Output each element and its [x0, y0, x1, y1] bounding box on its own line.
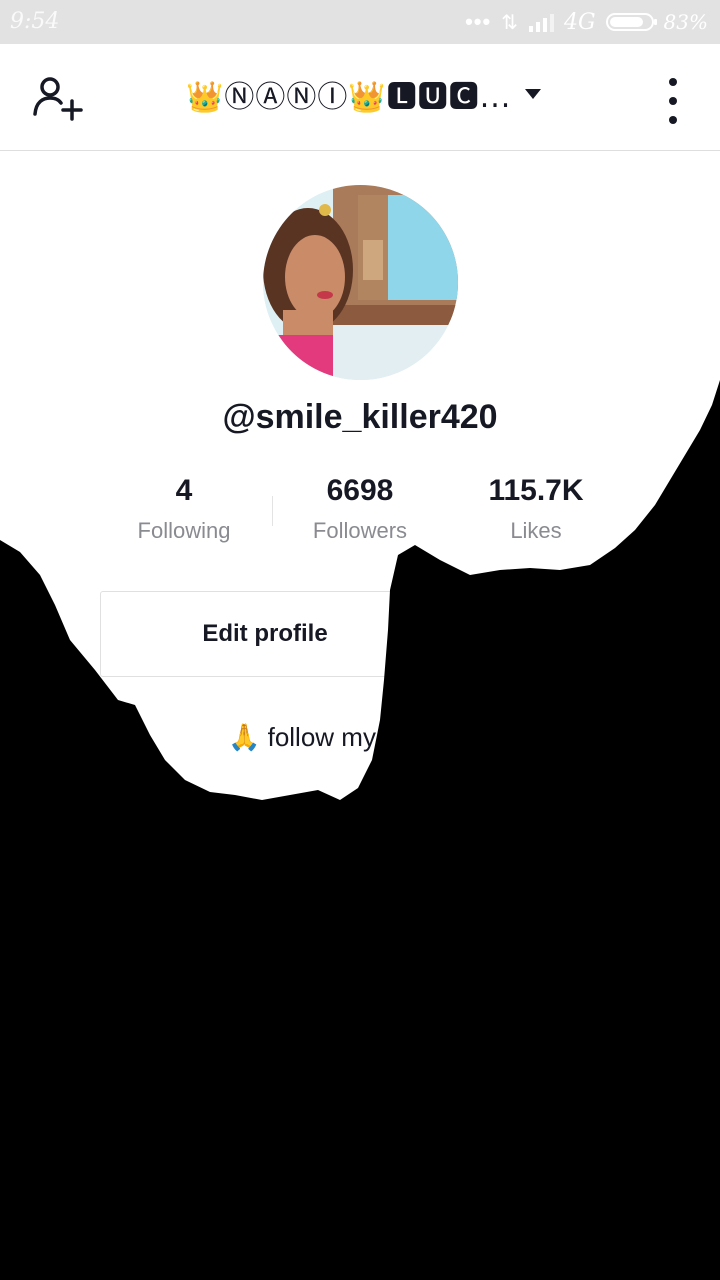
caret-down-icon	[525, 89, 542, 99]
account-name: 👑ⓃⒶⓃⒾ👑🅻🆄🅲...	[186, 80, 512, 115]
username: @smile_killer420	[222, 398, 498, 436]
battery-level	[609, 17, 643, 27]
battery-icon	[605, 13, 657, 31]
bio-text: 🙏 follow my	[228, 722, 376, 752]
signal-icon	[528, 14, 554, 32]
more-options-button[interactable]	[662, 78, 684, 124]
status-time: 9:54	[10, 9, 60, 34]
status-bar: 9:54 ••• ⇅ 4G 83%	[0, 0, 720, 44]
followers-label: Followers	[312, 518, 408, 543]
account-switcher[interactable]: 👑ⓃⒶⓃⒾ👑🅻🆄🅲...	[186, 74, 542, 115]
following-label: Following	[137, 518, 231, 543]
likes-label: Likes	[510, 518, 562, 543]
network-type: 4G	[563, 9, 596, 35]
avatar[interactable]	[263, 185, 458, 380]
following-stat[interactable]: 4 Following	[104, 474, 264, 544]
battery-percent: 83%	[663, 10, 708, 34]
followers-stat[interactable]: 6698 Followers	[280, 474, 440, 544]
add-friend-button[interactable]	[30, 74, 86, 124]
followers-count: 6698	[326, 474, 394, 507]
profile-header: 👑ⓃⒶⓃⒾ👑🅻🆄🅲...	[0, 44, 720, 151]
stat-divider	[272, 496, 273, 526]
notification-dots-icon: •••	[465, 9, 492, 34]
person-plus-icon	[33, 77, 83, 121]
vertical-dots-icon	[669, 78, 677, 86]
edit-profile-button[interactable]: Edit profile	[100, 591, 430, 677]
data-transfer-icon: ⇅	[501, 11, 518, 34]
likes-stat[interactable]: 115.7K Likes	[456, 474, 616, 544]
following-count: 4	[175, 474, 193, 507]
status-icons: ••• ⇅ 4G 83%	[465, 8, 708, 36]
avatar-photo	[263, 185, 458, 380]
likes-count: 115.7K	[488, 474, 584, 507]
